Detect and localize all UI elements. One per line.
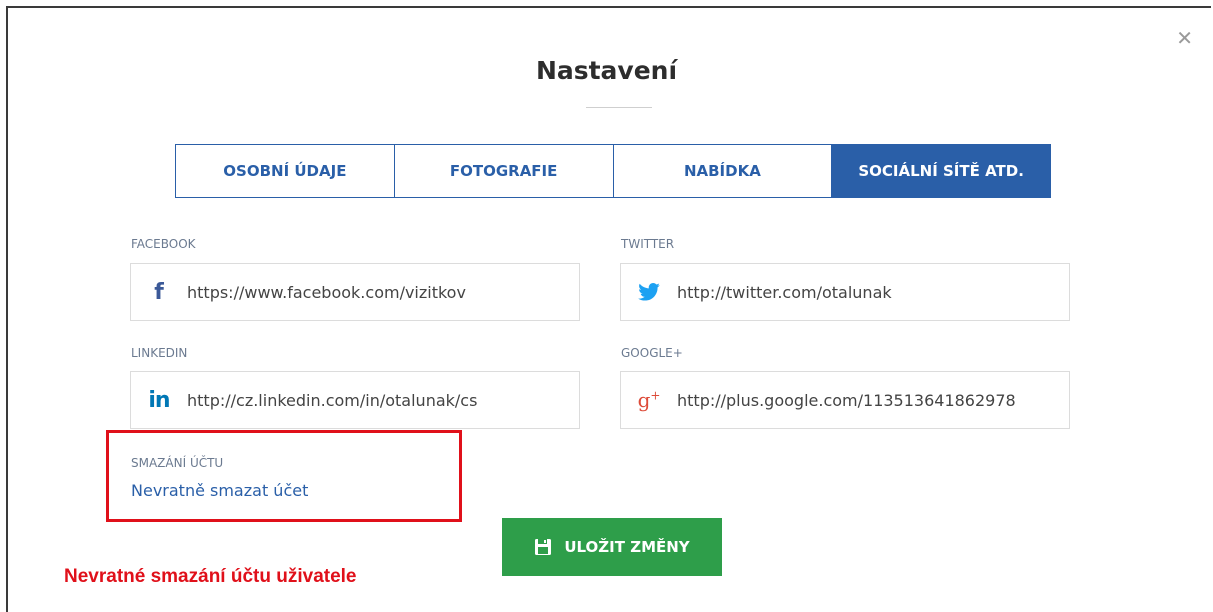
account-delete-highlight <box>106 430 462 522</box>
linkedin-icon: in <box>148 387 170 413</box>
save-changes-button[interactable]: ULOŽIT ZMĚNY <box>502 518 722 576</box>
linkedin-field[interactable]: in <box>130 371 580 429</box>
facebook-label: FACEBOOK <box>131 237 196 251</box>
twitter-icon <box>621 283 677 301</box>
tab-offer[interactable]: NABÍDKA <box>614 145 833 197</box>
dialog-title: Nastavení <box>535 56 678 85</box>
close-icon[interactable]: ✕ <box>1176 28 1193 48</box>
tab-social-networks[interactable]: SOCIÁLNÍ SÍTĚ ATD. <box>832 145 1050 197</box>
annotation-text: Nevratné smazání účtu uživatele <box>64 566 357 587</box>
google-plus-input[interactable] <box>677 390 1057 410</box>
facebook-field[interactable]: f <box>130 263 580 321</box>
account-delete-label: SMAZÁNÍ ÚČTU <box>131 456 224 470</box>
linkedin-label: LINKEDIN <box>131 346 188 360</box>
floppy-disk-icon <box>534 538 552 556</box>
save-changes-label: ULOŽIT ZMĚNY <box>564 538 690 556</box>
tab-photos[interactable]: FOTOGRAFIE <box>395 145 614 197</box>
tab-personal-data[interactable]: OSOBNÍ ÚDAJE <box>176 145 395 197</box>
linkedin-input[interactable] <box>187 390 567 410</box>
twitter-field[interactable] <box>620 263 1070 321</box>
facebook-input[interactable] <box>187 282 567 302</box>
title-divider <box>586 107 652 108</box>
google-plus-label: GOOGLE+ <box>621 346 683 360</box>
twitter-label: TWITTER <box>621 237 675 251</box>
settings-tabs: OSOBNÍ ÚDAJE FOTOGRAFIE NABÍDKA SOCIÁLNÍ… <box>175 144 1051 198</box>
twitter-input[interactable] <box>677 282 1057 302</box>
google-plus-field[interactable]: g+ <box>620 371 1070 429</box>
delete-account-link[interactable]: Nevratně smazat účet <box>131 481 308 500</box>
facebook-icon: f <box>154 279 164 305</box>
google-plus-icon: g+ <box>637 388 661 412</box>
